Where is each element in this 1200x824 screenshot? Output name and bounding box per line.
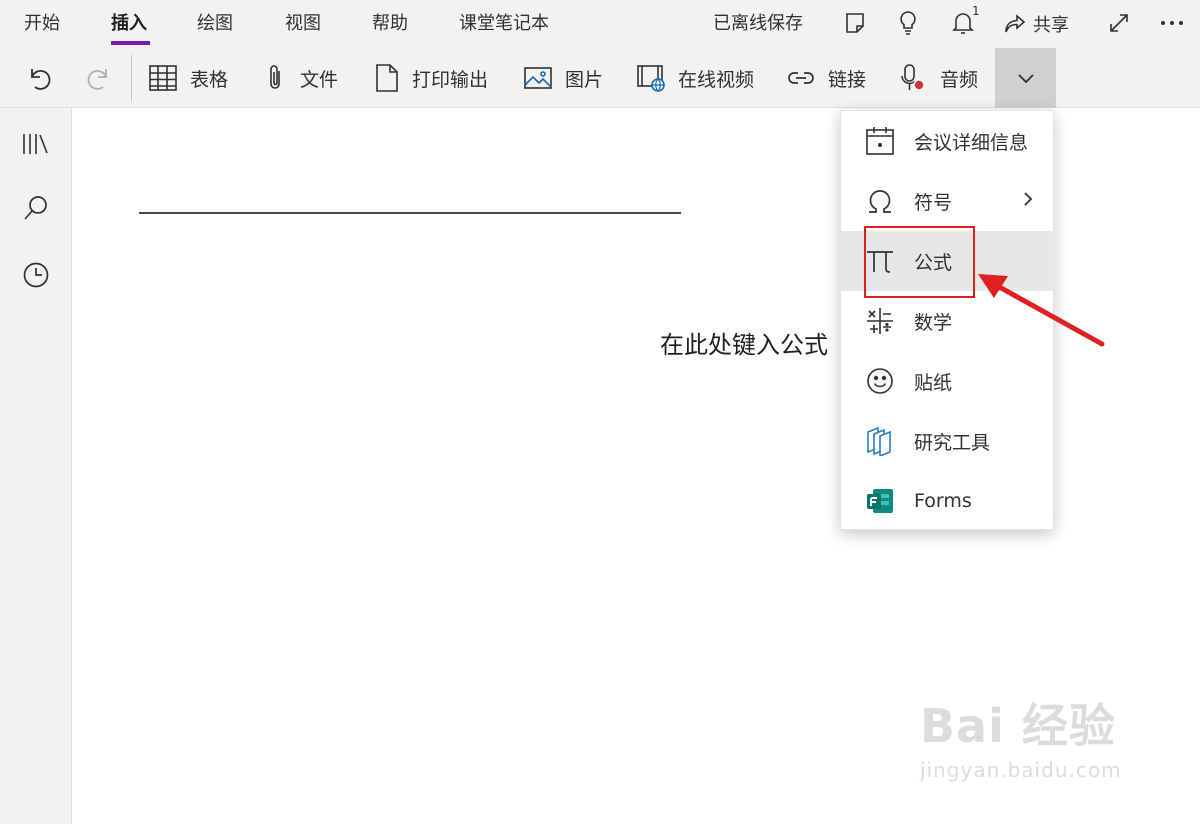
tab-draw[interactable]: 绘图 — [197, 10, 233, 38]
redo-button[interactable] — [84, 56, 114, 100]
menu-item-stickers[interactable]: 贴纸 — [841, 351, 1055, 411]
menu-item-label: Forms — [914, 490, 972, 512]
watermark-logo-text: Bai 经验 — [920, 699, 1116, 753]
menu-item-label: 数学 — [914, 311, 953, 334]
menu-item-label: 符号 — [914, 191, 953, 214]
more-options-icon[interactable] — [1157, 8, 1187, 38]
recent-notes-icon[interactable] — [20, 259, 52, 291]
share-label: 共享 — [1033, 15, 1069, 36]
tab-insert[interactable]: 插入 — [111, 10, 147, 38]
math-icon — [865, 306, 895, 336]
table-icon — [149, 65, 177, 91]
document-icon — [376, 64, 398, 92]
menu-item-forms[interactable]: Forms — [841, 471, 1055, 531]
tab-help[interactable]: 帮助 — [372, 10, 408, 38]
audio-record-icon — [901, 64, 925, 91]
printout-label: 打印输出 — [412, 68, 489, 91]
insert-link-button[interactable]: 链接 — [786, 56, 866, 100]
undo-icon — [31, 69, 51, 90]
notebooks-icon[interactable] — [20, 128, 52, 160]
omega-icon — [865, 186, 895, 216]
picture-icon — [524, 67, 552, 89]
forms-icon — [865, 486, 895, 516]
save-status: 已离线保存 — [713, 13, 803, 34]
online-video-icon — [637, 65, 665, 92]
insert-table-button[interactable]: 表格 — [148, 56, 228, 100]
insert-audio-button[interactable]: 音频 — [900, 56, 978, 100]
lightbulb-icon[interactable] — [893, 8, 923, 38]
file-label: 文件 — [300, 68, 339, 91]
insert-picture-button[interactable]: 图片 — [523, 56, 603, 100]
tab-view[interactable]: 视图 — [285, 10, 321, 38]
search-icon[interactable] — [20, 192, 52, 224]
menu-item-meeting-details[interactable]: 会议详细信息 — [841, 111, 1055, 171]
insert-printout-button[interactable]: 打印输出 — [374, 56, 488, 100]
navigation-rail — [0, 108, 72, 824]
redo-icon — [87, 69, 107, 90]
audio-label: 音频 — [940, 68, 979, 91]
notification-count: 1 — [972, 4, 980, 18]
watermark-url: jingyan.baidu.com — [920, 758, 1122, 782]
tab-home[interactable]: 开始 — [24, 10, 60, 38]
calendar-icon — [865, 126, 895, 156]
menu-item-label: 贴纸 — [914, 371, 953, 394]
undo-button[interactable] — [24, 56, 54, 100]
online-video-label: 在线视频 — [678, 68, 755, 91]
table-label: 表格 — [190, 68, 229, 91]
equation-placeholder[interactable]: 在此处键入公式 — [660, 325, 828, 360]
share-icon — [1005, 14, 1026, 33]
annotation-highlight-box — [864, 226, 975, 298]
sticky-note-icon[interactable] — [840, 8, 870, 38]
expand-icon[interactable] — [1104, 8, 1134, 38]
baidu-watermark: Bai 经验 jingyan.baidu.com — [920, 690, 1122, 782]
insert-file-button[interactable]: 文件 — [262, 56, 338, 100]
menu-item-label: 会议详细信息 — [914, 131, 1029, 154]
picture-label: 图片 — [565, 68, 604, 91]
tab-class-notebook[interactable]: 课堂笔记本 — [459, 10, 549, 38]
menu-item-symbol[interactable]: 符号 — [841, 171, 1055, 231]
link-label: 链接 — [828, 68, 867, 91]
page-title-line[interactable] — [139, 212, 681, 214]
smiley-icon — [865, 366, 895, 396]
ribbon: 开始 插入 绘图 视图 帮助 课堂笔记本 已离线保存 1 共享 表格 文件 打印… — [0, 0, 1200, 108]
toolbar-divider — [131, 55, 132, 101]
menu-item-researcher[interactable]: 研究工具 — [841, 411, 1055, 471]
researcher-icon — [865, 426, 895, 456]
link-icon — [788, 72, 814, 84]
chevron-right-icon — [1023, 190, 1033, 212]
insert-online-video-button[interactable]: 在线视频 — [636, 56, 754, 100]
annotation-arrow — [978, 274, 1105, 347]
chevron-down-icon — [1017, 74, 1034, 84]
share-button[interactable]: 共享 — [1003, 10, 1069, 38]
active-tab-indicator — [111, 41, 150, 45]
more-insert-options-button[interactable] — [995, 48, 1056, 108]
menu-item-label: 研究工具 — [914, 431, 991, 454]
paperclip-icon — [270, 65, 280, 89]
